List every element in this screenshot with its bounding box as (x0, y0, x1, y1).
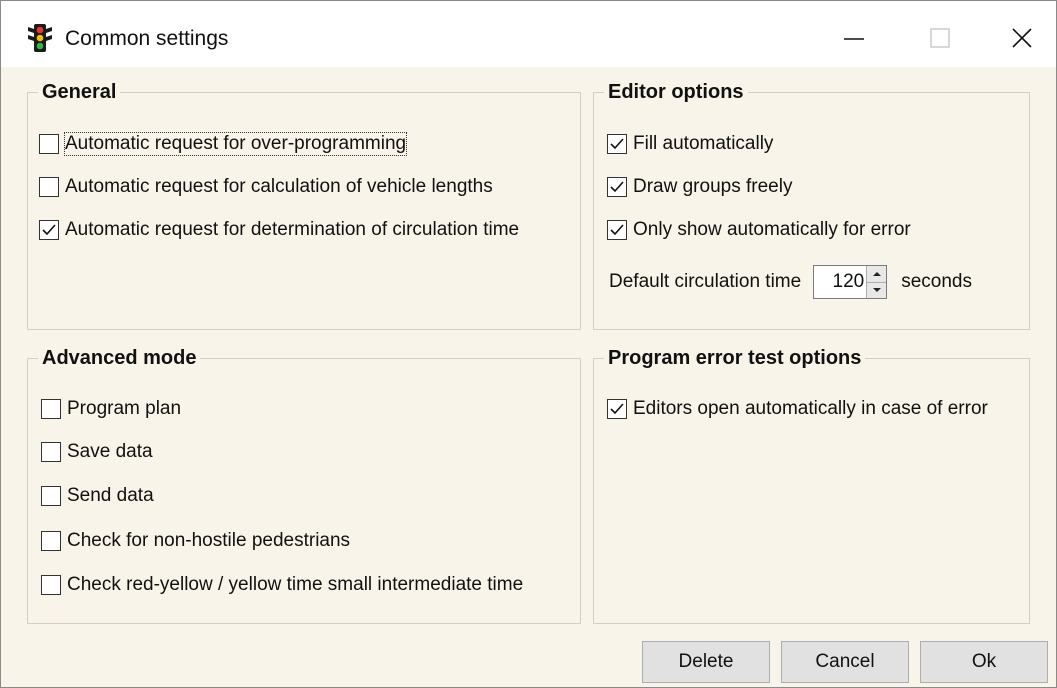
checkbox-box[interactable] (607, 177, 627, 197)
stepper-down-button[interactable] (866, 282, 887, 298)
settings-window: Common settings General Automatic reques… (0, 0, 1057, 688)
delete-button[interactable]: Delete (642, 641, 770, 683)
checkbox-program-plan[interactable]: Program plan (41, 398, 181, 420)
general-group: General (27, 81, 581, 330)
circulation-time-stepper[interactable]: 120 (813, 265, 888, 299)
checkbox-label: Draw groups freely (633, 176, 793, 197)
checkbox-vehicle-lengths[interactable]: Automatic request for calculation of veh… (39, 176, 493, 198)
checkbox-over-programming[interactable]: Automatic request for over-programming (39, 132, 408, 156)
maximize-button[interactable] (909, 13, 971, 63)
checkmark-icon (42, 224, 56, 236)
advanced-mode-group-title: Advanced mode (38, 347, 201, 370)
checkbox-label: Save data (67, 441, 153, 462)
checkmark-icon (610, 403, 624, 415)
checkbox-save-data[interactable]: Save data (41, 441, 153, 463)
stepper-buttons (866, 266, 887, 298)
minimize-icon (844, 38, 864, 40)
checkbox-draw-groups-freely[interactable]: Draw groups freely (607, 176, 792, 198)
ok-button[interactable]: Ok (920, 641, 1048, 683)
checkbox-red-yellow-time[interactable]: Check red-yellow / yellow time small int… (41, 574, 523, 596)
checkbox-box[interactable] (39, 134, 59, 154)
window-title: Common settings (65, 27, 229, 50)
checkbox-box[interactable] (607, 220, 627, 240)
cancel-button[interactable]: Cancel (781, 641, 909, 683)
program-error-group-title: Program error test options (604, 347, 866, 370)
close-icon (1012, 28, 1032, 48)
checkbox-label: Automatic request for determination of c… (65, 219, 520, 240)
checkbox-label: Send data (67, 485, 154, 506)
circulation-time-label: Default circulation time (609, 271, 802, 292)
checkbox-box[interactable] (39, 177, 59, 197)
checkbox-label: Only show automatically for error (633, 219, 911, 240)
checkbox-box[interactable] (39, 220, 59, 240)
circulation-time-unit: seconds (901, 271, 972, 292)
checkbox-box[interactable] (41, 486, 61, 506)
arrow-down-icon (872, 288, 881, 293)
checkbox-only-show-for-error[interactable]: Only show automatically for error (607, 219, 911, 241)
arrow-up-icon (872, 271, 881, 276)
checkbox-box[interactable] (41, 575, 61, 595)
stepper-up-button[interactable] (866, 266, 887, 283)
checkbox-label: Program plan (67, 398, 182, 419)
checkbox-label: Automatic request for calculation of veh… (65, 176, 493, 197)
checkmark-icon (610, 224, 624, 236)
checkbox-label: Editors open automatically in case of er… (633, 398, 988, 419)
checkbox-send-data[interactable]: Send data (41, 485, 154, 507)
title-bar[interactable]: Common settings (1, 1, 1056, 67)
minimize-button[interactable] (823, 13, 885, 63)
checkbox-non-hostile-pedestrians[interactable]: Check for non-hostile pedestrians (41, 530, 350, 552)
circulation-time-row: Default circulation time 120 seconds (609, 265, 972, 299)
checkbox-fill-automatically[interactable]: Fill automatically (607, 133, 773, 155)
checkbox-label: Check red-yellow / yellow time small int… (67, 574, 524, 595)
checkbox-box[interactable] (607, 134, 627, 154)
checkbox-circulation-time[interactable]: Automatic request for determination of c… (39, 219, 519, 241)
checkbox-label: Check for non-hostile pedestrians (67, 530, 351, 551)
checkbox-box[interactable] (41, 531, 61, 551)
editor-options-group-title: Editor options (604, 81, 748, 104)
checkbox-label: Automatic request for over-programming (63, 132, 408, 156)
maximize-icon (930, 28, 950, 48)
checkbox-box[interactable] (41, 399, 61, 419)
checkbox-box[interactable] (607, 399, 627, 419)
checkbox-box[interactable] (41, 442, 61, 462)
checkmark-icon (610, 181, 624, 193)
checkbox-label: Fill automatically (633, 133, 774, 154)
checkmark-icon (610, 138, 624, 150)
traffic-light-icon (28, 24, 52, 52)
checkbox-editors-open-on-error[interactable]: Editors open automatically in case of er… (607, 398, 988, 420)
circulation-time-value[interactable]: 120 (814, 266, 868, 298)
close-button[interactable] (991, 13, 1053, 63)
general-group-title: General (38, 81, 121, 104)
